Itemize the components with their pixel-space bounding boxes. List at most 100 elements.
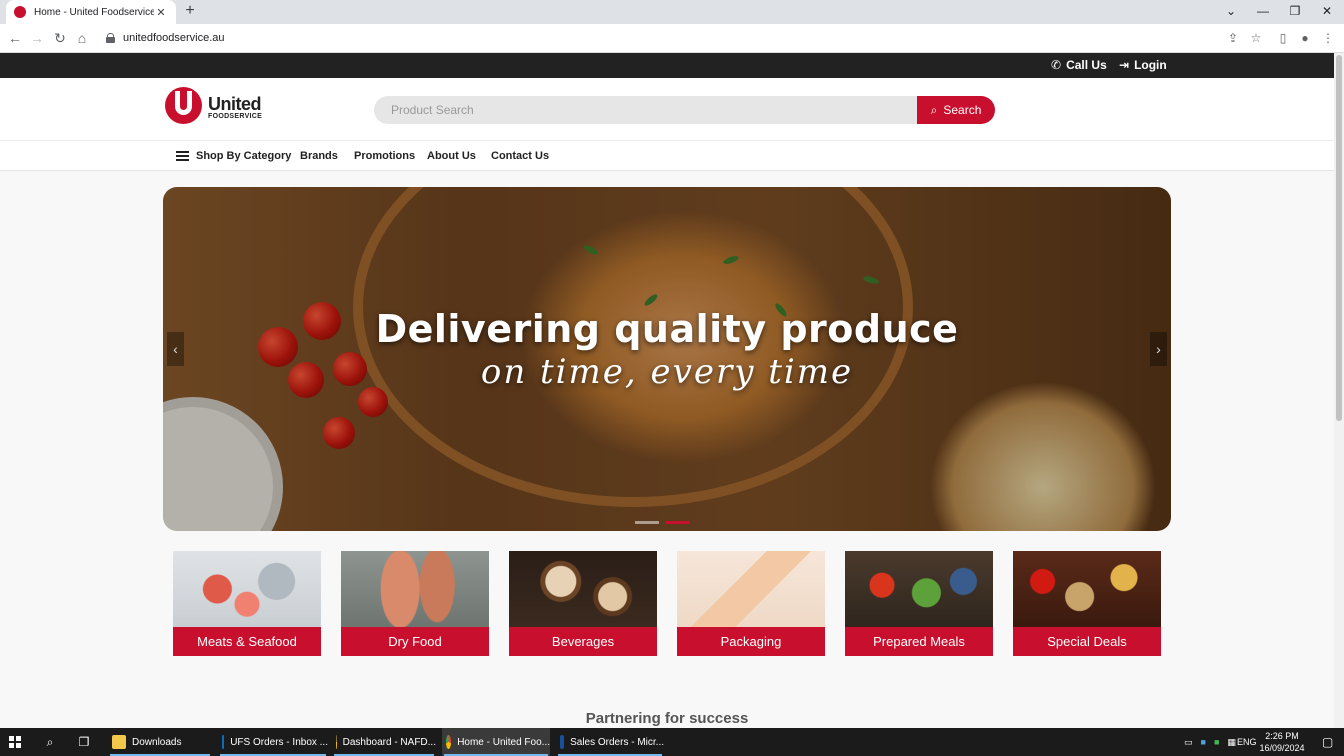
tab-search-chevron-icon[interactable]: ⌄ xyxy=(1215,0,1247,24)
address-bar[interactable]: unitedfoodservice.au xyxy=(98,27,1240,49)
tab-title: Home - United Foodservice xyxy=(34,6,154,18)
taskbar-app-downloads[interactable]: Downloads xyxy=(108,728,212,756)
login-icon: ⇥ xyxy=(1119,58,1130,72)
product-search-input[interactable] xyxy=(374,96,918,124)
login-link[interactable]: ⇥ Login xyxy=(1119,53,1167,78)
side-panel-icon[interactable]: ▯ xyxy=(1275,30,1291,46)
dynamics-icon xyxy=(560,735,565,749)
carousel-next-icon[interactable]: › xyxy=(1150,332,1167,366)
taskbar-app-label: UFS Orders - Inbox ... xyxy=(230,736,328,748)
hamburger-menu-icon[interactable] xyxy=(176,151,189,161)
tray-sync-icon[interactable]: ■ xyxy=(1214,737,1219,747)
menu-kebab-icon[interactable]: ⋮ xyxy=(1320,30,1336,46)
meats-seafood-image xyxy=(173,551,321,627)
category-label: Beverages xyxy=(509,627,657,656)
taskbar-app-chrome-dashboard[interactable]: Dashboard - NAFD... xyxy=(332,728,436,756)
site-header: United FOODSERVICE ⌕ Search xyxy=(0,78,1334,140)
carousel-dot[interactable] xyxy=(635,521,659,524)
tray-outlook-icon[interactable]: ■ xyxy=(1201,737,1206,747)
nav-shop-by-category[interactable]: Shop By Category xyxy=(196,141,291,172)
outlook-icon xyxy=(222,735,225,749)
taskbar-app-outlook[interactable]: UFS Orders - Inbox ... xyxy=(218,728,328,756)
back-arrow-icon[interactable]: ← xyxy=(6,29,24,47)
site-favicon-icon xyxy=(14,6,26,18)
task-view-icon[interactable]: ❐ xyxy=(76,734,92,750)
tray-network-icon[interactable]: ▦ xyxy=(1227,737,1236,748)
category-label: Prepared Meals xyxy=(845,627,993,656)
call-us-label: Call Us xyxy=(1066,58,1107,72)
close-window-button[interactable]: ✕ xyxy=(1311,0,1343,24)
united-foodservice-logo[interactable]: United FOODSERVICE xyxy=(165,87,262,127)
carousel-dot-active[interactable] xyxy=(665,521,689,524)
minimize-window-button[interactable]: — xyxy=(1247,0,1279,24)
prepared-meals-image xyxy=(845,551,993,627)
category-tile-beverages[interactable]: Beverages xyxy=(509,551,657,656)
taskbar-app-label: Dashboard - NAFD... xyxy=(342,736,436,748)
category-label: Dry Food xyxy=(341,627,489,656)
logo-mark-icon xyxy=(165,87,202,127)
url-text: unitedfoodservice.au xyxy=(123,32,225,44)
browser-toolbar: ← → ↻ ⌂ unitedfoodservice.au ⇪ ☆ ▯ ● ⋮ xyxy=(0,24,1344,53)
scrollbar-thumb[interactable] xyxy=(1336,55,1342,421)
taskbar-app-label: Home - United Foo... xyxy=(457,736,550,748)
category-tile-packaging[interactable]: Packaging xyxy=(677,551,825,656)
taskbar-app-sales-orders[interactable]: Sales Orders - Micr... xyxy=(556,728,664,756)
folder-icon xyxy=(112,735,126,749)
packaging-image xyxy=(677,551,825,627)
search-button-label: Search xyxy=(943,103,982,117)
home-icon[interactable]: ⌂ xyxy=(73,29,91,47)
share-icon[interactable]: ⇪ xyxy=(1225,30,1241,46)
nav-about-us[interactable]: About Us xyxy=(427,141,476,172)
nav-contact-us[interactable]: Contact Us xyxy=(491,141,549,172)
reload-icon[interactable]: ↻ xyxy=(51,29,69,47)
browser-tab-strip: Home - United Foodservice ✕ + ⌄ — ❐ ✕ xyxy=(0,0,1344,24)
taskbar-app-chrome-united[interactable]: Home - United Foo... xyxy=(442,728,550,756)
phone-icon: ✆ xyxy=(1051,58,1062,72)
category-tile-meats-seafood[interactable]: Meats & Seafood xyxy=(173,551,321,656)
beverages-image xyxy=(509,551,657,627)
logo-subtitle: FOODSERVICE xyxy=(208,112,263,120)
new-tab-button[interactable]: + xyxy=(181,2,199,20)
category-tiles: Meats & Seafood Dry Food Beverages Packa… xyxy=(173,551,1161,656)
taskbar-app-label: Downloads xyxy=(132,736,182,748)
lock-icon[interactable] xyxy=(106,33,115,43)
browser-tab-active[interactable]: Home - United Foodservice ✕ xyxy=(6,0,176,24)
nav-brands[interactable]: Brands xyxy=(300,141,338,172)
partnering-heading: Partnering for success xyxy=(585,710,749,727)
taskbar-clock[interactable]: 2:26 PM 16/09/2024 xyxy=(1256,730,1308,754)
nav-promotions[interactable]: Promotions xyxy=(354,141,415,172)
carousel-indicators xyxy=(635,521,689,524)
category-tile-special-deals[interactable]: Special Deals xyxy=(1013,551,1161,656)
call-us-link[interactable]: ✆ Call Us xyxy=(1051,53,1107,78)
logo-name: United xyxy=(208,93,262,114)
dry-food-image xyxy=(341,551,489,627)
search-button[interactable]: ⌕ Search xyxy=(917,96,995,124)
system-tray: ▭ ■ ■ ▦ xyxy=(1184,728,1236,756)
windows-start-icon[interactable] xyxy=(9,736,21,748)
close-tab-icon[interactable]: ✕ xyxy=(154,6,168,19)
bookmark-star-icon[interactable]: ☆ xyxy=(1248,30,1264,46)
search-icon: ⌕ xyxy=(930,102,938,117)
utility-bar: ✆ Call Us ⇥ Login xyxy=(0,53,1334,78)
profile-avatar-icon[interactable]: ● xyxy=(1297,30,1313,46)
main-nav: Shop By Category Brands Promotions About… xyxy=(0,140,1334,171)
chrome-icon xyxy=(446,735,452,749)
carousel-prev-icon[interactable]: ‹ xyxy=(167,332,184,366)
login-label: Login xyxy=(1134,58,1167,72)
search-icon[interactable]: ⌕ xyxy=(42,734,58,750)
clock-time: 2:26 PM xyxy=(1265,731,1299,741)
category-tile-dry-food[interactable]: Dry Food xyxy=(341,551,489,656)
forward-arrow-icon[interactable]: → xyxy=(28,29,46,47)
page-scrollbar[interactable] xyxy=(1334,53,1344,728)
tray-display-icon[interactable]: ▭ xyxy=(1184,737,1193,748)
clock-date: 16/09/2024 xyxy=(1259,743,1305,753)
category-label: Packaging xyxy=(677,627,825,656)
category-tile-prepared-meals[interactable]: Prepared Meals xyxy=(845,551,993,656)
restore-window-button[interactable]: ❐ xyxy=(1279,0,1311,24)
notifications-icon[interactable]: ▢ xyxy=(1322,728,1333,756)
hero-tagline: on time, every time xyxy=(480,352,854,392)
category-label: Special Deals xyxy=(1013,627,1161,656)
language-indicator[interactable]: ENG xyxy=(1237,728,1257,756)
hero-carousel[interactable]: Delivering quality produce on time, ever… xyxy=(163,187,1171,531)
chrome-icon xyxy=(336,735,337,749)
